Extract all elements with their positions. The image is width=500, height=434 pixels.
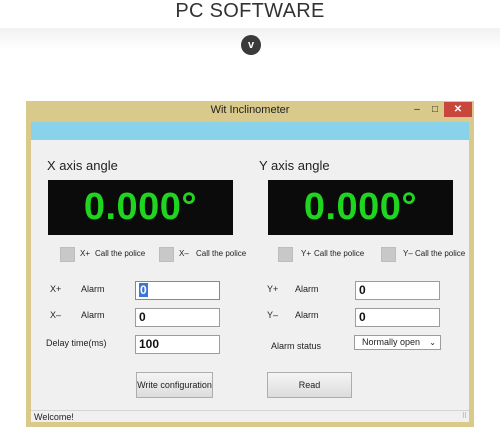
y-angle-display: 0.000° <box>268 180 453 235</box>
status-text: Welcome! <box>34 412 74 422</box>
close-button[interactable]: ✕ <box>444 102 472 117</box>
y-minus-alarm-input[interactable]: 0 <box>355 308 440 327</box>
y-minus-police-checkbox[interactable] <box>381 247 396 262</box>
y-minus-label: Y– <box>403 249 413 258</box>
y-plus-police-checkbox[interactable] <box>278 247 293 262</box>
alarm-status-value: Normally open <box>362 337 421 347</box>
x-minus-police-checkbox[interactable] <box>159 247 174 262</box>
read-button[interactable]: Read <box>267 372 352 398</box>
delay-time-label: Delay time(ms) <box>46 338 107 348</box>
page-heading: PC SOFTWARE <box>175 0 325 22</box>
y-axis-title: Y axis angle <box>259 158 330 173</box>
app-window: Wit Inclinometer – □ ✕ X axis angle 0.00… <box>26 101 474 427</box>
x-minus-alarm-axis-label: X– <box>50 310 62 320</box>
alarm-status-select[interactable]: Normally open ⌄ <box>354 335 441 350</box>
x-plus-alarm-input[interactable]: 0 <box>135 281 220 300</box>
title-bar: Wit Inclinometer – □ ✕ <box>26 101 474 122</box>
x-minus-label: X– <box>179 249 189 258</box>
y-plus-alarm-label: Alarm <box>295 284 319 294</box>
status-bar: Welcome! ⠿ <box>31 410 469 422</box>
y-minus-alarm-axis-label: Y– <box>267 310 279 320</box>
y-plus-label: Y+ <box>301 249 312 258</box>
delay-time-input[interactable]: 100 <box>135 335 220 354</box>
x-angle-display: 0.000° <box>48 180 233 235</box>
y-plus-alarm-axis-label: Y+ <box>267 284 279 294</box>
x-minus-police-label: Call the police <box>196 249 247 258</box>
window-title: Wit Inclinometer <box>210 104 290 116</box>
alarm-status-label: Alarm status <box>271 341 322 351</box>
x-plus-label: X+ <box>80 249 91 258</box>
x-minus-alarm-input[interactable]: 0 <box>135 308 220 327</box>
minimize-button[interactable]: – <box>408 102 426 117</box>
x-plus-alarm-axis-label: X+ <box>50 284 62 294</box>
accent-bar <box>31 122 469 140</box>
x-minus-alarm-label: Alarm <box>81 310 105 320</box>
maximize-button[interactable]: □ <box>426 102 444 117</box>
x-plus-police-label: Call the police <box>95 249 146 258</box>
x-plus-police-checkbox[interactable] <box>60 247 75 262</box>
write-configuration-button[interactable]: Write configuration <box>136 372 213 398</box>
y-plus-alarm-input[interactable]: 0 <box>355 281 440 300</box>
y-minus-alarm-label: Alarm <box>295 310 319 320</box>
client-area: X axis angle 0.000° X+ Call the police X… <box>31 122 469 422</box>
x-axis-title: X axis angle <box>47 158 118 173</box>
chevron-down-icon: ⌄ <box>429 338 436 347</box>
x-plus-alarm-label: Alarm <box>81 284 105 294</box>
y-plus-police-label: Call the police <box>314 249 365 258</box>
y-minus-police-label: Call the police <box>415 249 466 258</box>
chevron-down-icon[interactable]: v <box>241 35 261 55</box>
resize-grip-icon[interactable]: ⠿ <box>462 412 467 420</box>
